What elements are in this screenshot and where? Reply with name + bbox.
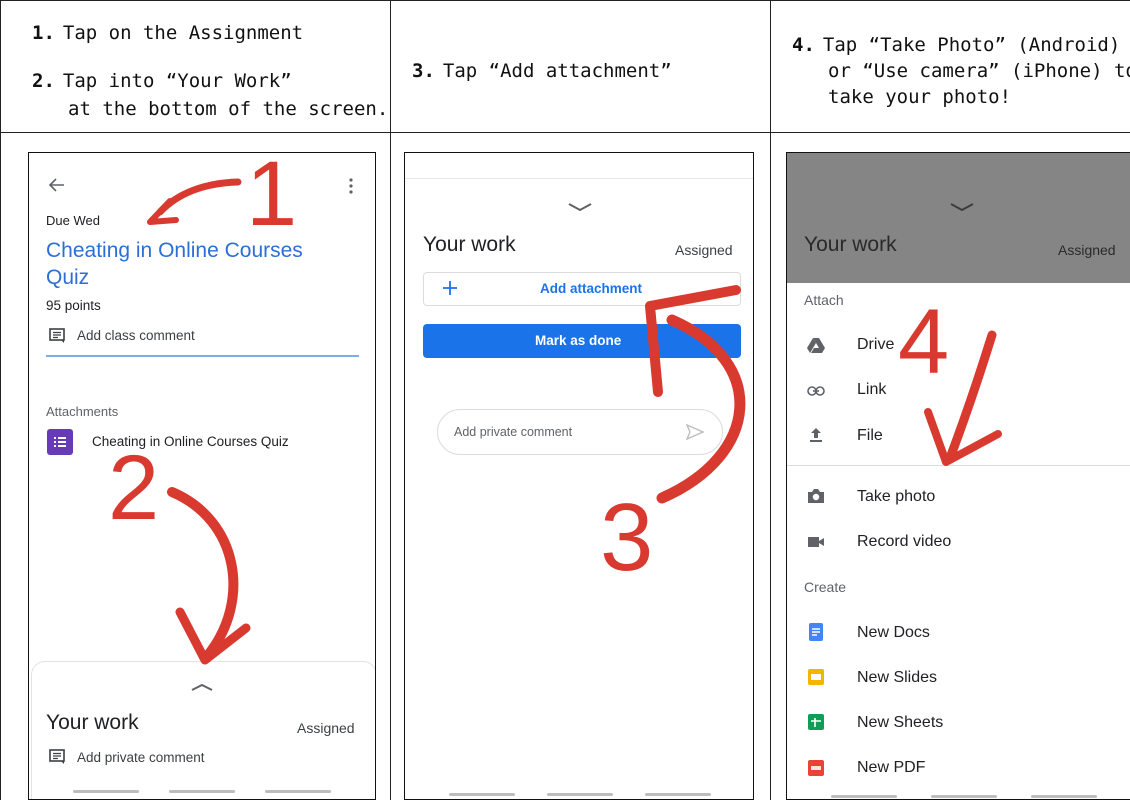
table-header-divider [0, 132, 1130, 133]
dimmed-background [787, 153, 1130, 283]
docs-icon [807, 623, 825, 641]
step2-instruction-line2: at the bottom of the screen. [68, 98, 389, 120]
scroll-handle [73, 790, 139, 793]
step3-instruction: 3. Tap “Add attachment” [412, 60, 672, 82]
drive-icon [807, 336, 825, 354]
menu-item-record-video[interactable]: Record video [857, 533, 951, 551]
back-arrow-icon[interactable] [47, 175, 67, 195]
top-bar [405, 153, 753, 179]
status-assigned: Assigned [1058, 242, 1116, 258]
mark-as-done-button[interactable]: Mark as done [423, 324, 741, 358]
annotation-number-1: 1 [246, 143, 298, 245]
add-class-comment[interactable]: Add class comment [77, 328, 195, 343]
points-label: 95 points [46, 298, 101, 313]
chevron-down-icon [949, 199, 975, 212]
more-vert-icon[interactable] [347, 177, 355, 195]
upload-icon [807, 426, 825, 444]
step2-instruction: 2. Tap into “Your Work” [32, 70, 292, 92]
attachments-label: Attachments [46, 404, 119, 419]
add-attachment-label: Add attachment [540, 281, 643, 296]
screenshot-attach-menu: Your work Assigned Attach Drive Link Fil… [786, 152, 1130, 800]
camera-icon [807, 487, 825, 505]
step4-instruction-line2: or “Use camera” (iPhone) to [828, 60, 1130, 82]
your-work-title: Your work [423, 233, 516, 256]
assignment-title[interactable]: Cheating in Online Courses Quiz [46, 237, 303, 291]
plus-icon [442, 280, 458, 296]
step4-instruction-line3: take your photo! [828, 86, 1012, 108]
menu-divider [787, 465, 1130, 466]
annotation-number-3: 3 [600, 484, 654, 591]
scroll-handle [449, 793, 515, 796]
comment-underline [46, 355, 359, 357]
comment-icon [49, 328, 65, 344]
scroll-handle [169, 790, 235, 793]
step4-instruction: 4. Tap “Take Photo” (Android) [792, 34, 1121, 56]
videocam-icon [807, 533, 825, 551]
your-work-title: Your work [46, 711, 139, 734]
your-work-title: Your work [804, 233, 897, 256]
menu-item-new-docs[interactable]: New Docs [857, 624, 930, 642]
menu-item-link[interactable]: Link [857, 381, 886, 399]
table-border-top [0, 0, 1130, 1]
scroll-handle [265, 790, 331, 793]
menu-item-new-sheets[interactable]: New Sheets [857, 714, 943, 732]
screenshot-assignment: Due Wed Cheating in Online Courses Quiz … [28, 152, 376, 800]
chevron-up-icon[interactable] [190, 679, 214, 691]
add-attachment-button[interactable]: Add attachment [423, 272, 741, 306]
menu-item-new-slides[interactable]: New Slides [857, 669, 937, 687]
menu-item-file[interactable]: File [857, 427, 883, 445]
forms-icon [47, 429, 73, 455]
comment-icon [49, 749, 65, 765]
add-private-comment[interactable]: Add private comment [77, 750, 205, 765]
send-icon[interactable] [685, 423, 705, 441]
step1-instruction: 1. Tap on the Assignment [32, 22, 304, 44]
scroll-handle [931, 795, 997, 798]
scroll-handle [1031, 795, 1097, 798]
slides-icon [807, 668, 825, 686]
menu-item-take-photo[interactable]: Take photo [857, 488, 935, 506]
create-section-label: Create [804, 579, 847, 595]
menu-item-new-pdf[interactable]: New PDF [857, 759, 925, 777]
pdf-icon [807, 759, 825, 777]
link-icon [807, 382, 825, 400]
annotation-number-4: 4 [898, 291, 950, 393]
attach-section-label: Attach [804, 292, 844, 308]
annotation-number-2: 2 [108, 437, 160, 539]
private-comment-placeholder: Add private comment [454, 425, 573, 439]
table-divider-1 [390, 0, 391, 800]
mark-as-done-label: Mark as done [535, 333, 622, 348]
status-assigned: Assigned [297, 720, 355, 736]
sheets-icon [807, 713, 825, 731]
scroll-handle [831, 795, 897, 798]
scroll-handle [547, 793, 613, 796]
chevron-down-icon[interactable] [567, 199, 593, 212]
status-assigned: Assigned [675, 242, 733, 258]
due-date: Due Wed [46, 213, 100, 228]
table-divider-2 [770, 0, 771, 800]
scroll-handle [645, 793, 711, 796]
private-comment-field[interactable]: Add private comment [437, 409, 723, 455]
menu-item-drive[interactable]: Drive [857, 336, 894, 354]
table-border-left [0, 0, 1, 800]
screenshot-your-work: Your work Assigned Add attachment Mark a… [404, 152, 754, 800]
